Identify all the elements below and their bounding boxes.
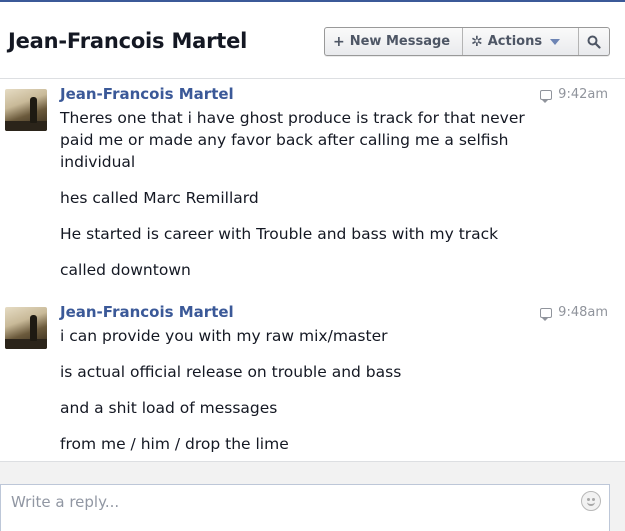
chat-bubble-icon — [540, 89, 553, 103]
gear-icon: ✲ — [471, 33, 483, 50]
message-line: Theres one that i have ghost produce is … — [60, 109, 525, 171]
message-timestamp: 9:48am — [540, 305, 608, 321]
avatar[interactable] — [5, 89, 47, 131]
message-body: Theres one that i have ghost produce is … — [60, 107, 540, 295]
caret-down-icon — [550, 38, 561, 45]
actions-label: Actions — [487, 34, 543, 49]
chat-bubble-icon — [540, 307, 553, 321]
message-timestamp: 9:42am — [540, 87, 608, 103]
plus-icon: + — [333, 33, 345, 50]
smiley-icon[interactable] — [581, 491, 601, 511]
reply-input[interactable] — [11, 493, 571, 511]
message-line: is actual official release on trouble an… — [60, 363, 402, 381]
search-icon — [587, 35, 601, 49]
timestamp-text: 9:42am — [558, 87, 608, 102]
sender-name-link[interactable]: Jean-Francois Martel — [60, 303, 234, 321]
actions-dropdown-button[interactable]: ✲ Actions — [463, 28, 579, 55]
sender-name-link[interactable]: Jean-Francois Martel — [60, 85, 234, 103]
new-message-button[interactable]: + New Message — [325, 28, 463, 55]
search-button[interactable] — [579, 28, 609, 55]
avatar[interactable] — [5, 307, 47, 349]
message-line: hes called Marc Remillard — [60, 189, 259, 207]
message-line: i can provide you with my raw mix/master — [60, 327, 388, 345]
conversation-title: Jean-Francois Martel — [8, 29, 248, 53]
timestamp-text: 9:48am — [558, 305, 608, 320]
reply-area — [0, 462, 625, 531]
message-line: He started is career with Trouble and ba… — [60, 225, 499, 243]
conversation-toolbar: + New Message ✲ Actions — [324, 27, 610, 56]
message-thread[interactable]: Jean-Francois Martel 9:42am Theres one t… — [0, 79, 625, 461]
message-body: i can provide you with my raw mix/master… — [60, 325, 540, 461]
message-line: from me / him / drop the lime — [60, 435, 289, 453]
message-line: and a shit load of messages — [60, 399, 278, 417]
new-message-label: New Message — [349, 34, 451, 49]
conversation-header: Jean-Francois Martel + New Message ✲ Act… — [0, 2, 625, 78]
reply-box — [0, 484, 610, 531]
message-line: called downtown — [60, 261, 191, 279]
